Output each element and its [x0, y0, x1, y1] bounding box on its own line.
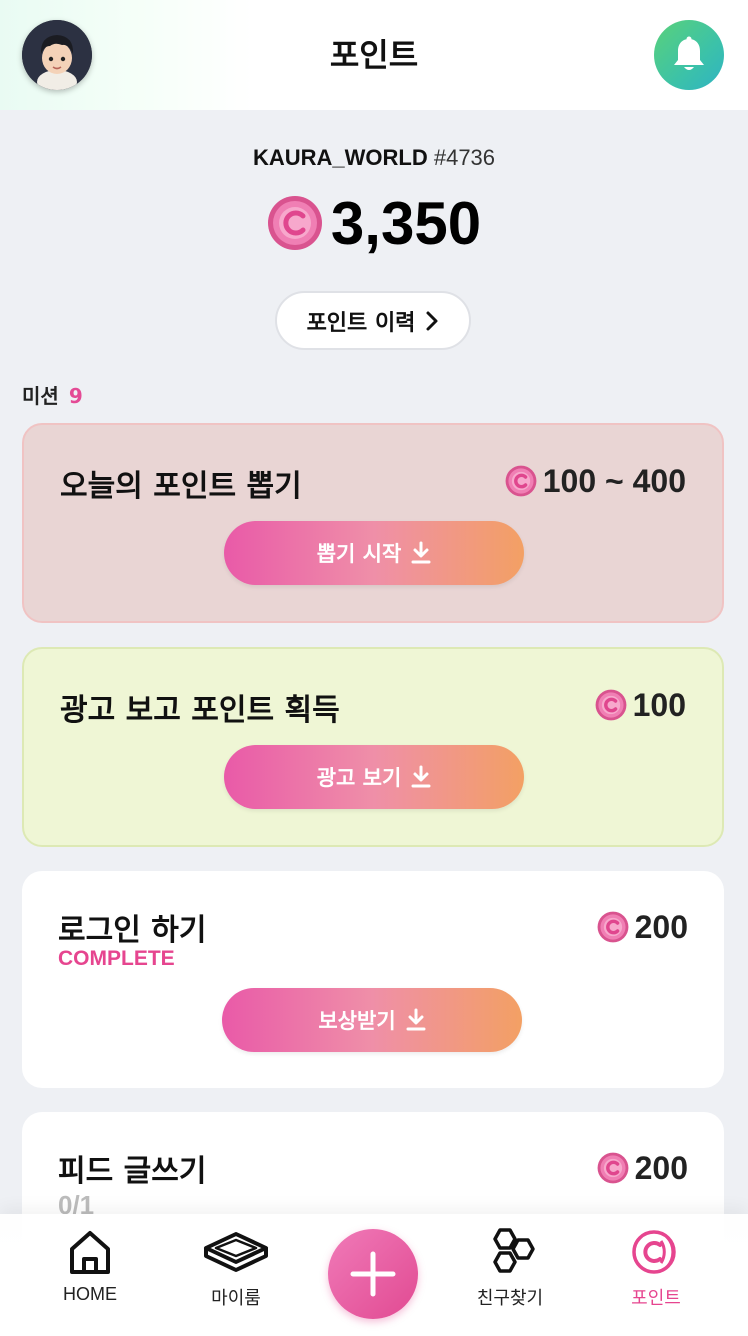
user-tag: #4736	[433, 145, 496, 170]
point-history-label: 포인트 이력	[306, 310, 416, 336]
nav-label: 마이룸	[211, 1288, 261, 1308]
point-coin-icon	[505, 465, 537, 497]
mission-status: COMPLETE	[58, 947, 175, 970]
mission-reward: 100 ~ 400	[505, 461, 686, 501]
reward-value: 100 ~ 400	[542, 462, 686, 499]
point-coin-icon	[595, 689, 627, 721]
nav-point[interactable]: 포인트	[586, 1226, 726, 1316]
plus-icon	[350, 1251, 396, 1297]
point-history-button[interactable]: 포인트 이력	[275, 291, 471, 350]
hexagon-friends-icon	[493, 1228, 535, 1273]
reward-value: 200	[634, 1149, 688, 1186]
mission-card-watch-ad: 광고 보고 포인트 획득 100 광고 보기	[22, 647, 724, 847]
user-id-line: KAURA_WORLD #4736	[0, 145, 748, 171]
mission-header: 미션 9	[22, 380, 83, 409]
notification-button[interactable]	[654, 20, 724, 90]
mission-reward: 200	[597, 907, 688, 947]
point-coin-icon	[632, 1230, 676, 1274]
nav-myroom[interactable]: 마이룸	[166, 1226, 306, 1316]
bell-icon	[674, 36, 704, 70]
nav-home[interactable]: HOME	[20, 1226, 160, 1316]
point-coin-icon	[597, 1152, 629, 1184]
mission-reward: 100	[595, 685, 686, 725]
nav-label: 포인트	[631, 1288, 681, 1308]
nav-label: 친구찾기	[476, 1288, 544, 1308]
reward-value: 200	[634, 908, 688, 945]
room-icon	[204, 1232, 268, 1272]
username: KAURA_WORLD	[252, 145, 428, 170]
claim-reward-button[interactable]: 보상받기	[222, 988, 522, 1052]
home-icon	[70, 1231, 110, 1274]
nav-find-friends[interactable]: 친구찾기	[440, 1226, 580, 1316]
mission-reward: 200	[597, 1148, 688, 1188]
mission-card-daily-draw: 오늘의 포인트 뽑기 100 ~ 400 뽑기 시작	[22, 423, 724, 623]
top-header: 포인트	[0, 0, 748, 110]
draw-start-button[interactable]: 뽑기 시작	[224, 521, 524, 585]
download-icon	[411, 541, 431, 564]
button-label: 뽑기 시작	[316, 542, 402, 566]
download-icon	[411, 765, 431, 788]
mission-label: 미션	[22, 384, 59, 408]
mission-card-login: 로그인 하기 COMPLETE 200 보상받기	[22, 871, 724, 1088]
mission-title: 오늘의 포인트 뽑기	[60, 469, 302, 504]
download-icon	[406, 1008, 426, 1031]
button-label: 광고 보기	[316, 766, 402, 790]
balance-value: 3,350	[330, 189, 482, 257]
chevron-right-icon	[426, 311, 438, 330]
point-balance: 3,350	[0, 188, 748, 258]
button-label: 보상받기	[318, 1009, 396, 1033]
mission-title: 로그인 하기	[58, 913, 207, 948]
nav-label: HOME	[63, 1284, 117, 1304]
watch-ad-button[interactable]: 광고 보기	[224, 745, 524, 809]
mission-title: 광고 보고 포인트 획득	[60, 693, 340, 728]
mission-count: 9	[68, 384, 83, 408]
create-post-button[interactable]	[328, 1229, 418, 1319]
point-coin-icon	[267, 196, 322, 250]
mission-title: 피드 글쓰기	[58, 1154, 207, 1189]
reward-value: 100	[632, 686, 686, 723]
page-title: 포인트	[329, 36, 419, 74]
point-coin-icon	[597, 911, 629, 943]
